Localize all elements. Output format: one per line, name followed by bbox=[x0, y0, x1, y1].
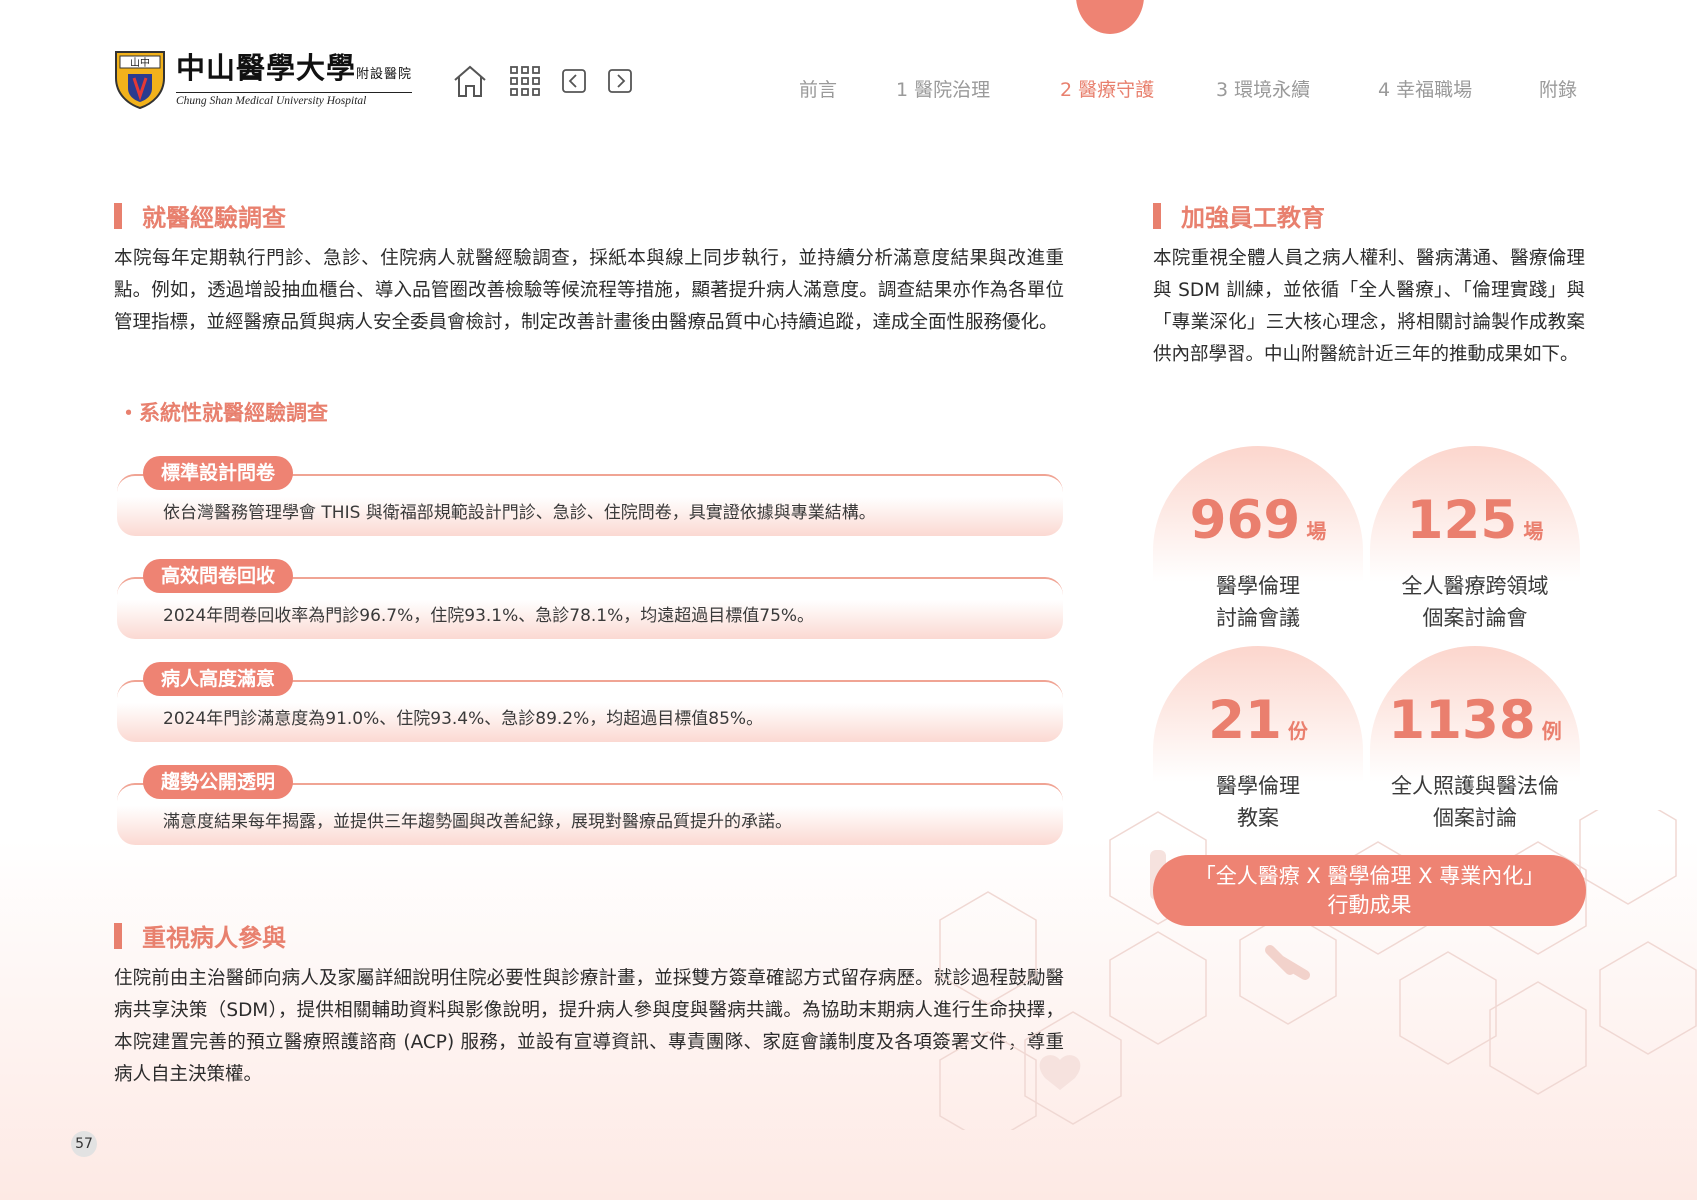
nav-item-governance[interactable]: 1 醫院治理 bbox=[896, 75, 990, 102]
survey-card-standard: 標準設計問卷 依台灣醫務管理學會 THIS 與衛福部規範設計門診、急診、住院問卷… bbox=[117, 456, 1063, 536]
nav-item-preface[interactable]: 前言 bbox=[799, 75, 837, 102]
staff-education-paragraph: 本院重視全體人員之病人權利、醫病溝通、醫療倫理與 SDM 訓練，並依循「全人醫療… bbox=[1153, 248, 1585, 365]
card-text: 2024年門診滿意度為91.0%、住院93.4%、急診89.2%，均超過目標值8… bbox=[163, 709, 764, 729]
card-text: 滿意度結果每年揭露，並提供三年趨勢圖與改善紀錄，展現對醫療品質提升的承諾。 bbox=[163, 812, 792, 832]
stat-care-law-cases: 1138 例 全人照護與醫法倫 個案討論 bbox=[1370, 646, 1580, 836]
nav-item-environment[interactable]: 3 環境永續 bbox=[1216, 75, 1310, 102]
page-number: 57 bbox=[71, 1131, 97, 1157]
experience-survey-paragraph: 本院每年定期執行門診、急診、住院病人就醫經驗調查，採紙本與線上同步執行，並持續分… bbox=[114, 248, 1064, 333]
stat-value: 969 場 bbox=[1189, 490, 1327, 551]
card-tag: 高效問卷回收 bbox=[143, 559, 294, 593]
nav-item-appendix[interactable]: 附錄 bbox=[1539, 75, 1577, 102]
nav-item-workplace[interactable]: 4 幸福職場 bbox=[1378, 75, 1472, 102]
svg-text:山中: 山中 bbox=[130, 56, 150, 69]
stat-value: 1138 例 bbox=[1388, 690, 1562, 751]
stat-label: 醫學倫理 討論會議 bbox=[1216, 574, 1300, 630]
card-tag: 趨勢公開透明 bbox=[143, 765, 294, 799]
stat-label: 全人照護與醫法倫 個案討論 bbox=[1391, 774, 1559, 830]
section-title-staff-education: 加強員工教育 bbox=[1153, 198, 1325, 233]
card-text: 依台灣醫務管理學會 THIS 與衛福部規範設計門診、急診、住院問卷，具實證依據與… bbox=[163, 503, 876, 523]
card-text: 2024年問卷回收率為門診96.7%，住院93.1%、急診78.1%，均遠超過目… bbox=[163, 606, 815, 626]
card-tag: 標準設計問卷 bbox=[143, 456, 294, 490]
top-decoration-dot bbox=[1076, 0, 1144, 34]
survey-card-satisfaction: 病人高度滿意 2024年門診滿意度為91.0%、住院93.4%、急診89.2%，… bbox=[117, 662, 1063, 742]
chapter-nav: 前言 1 醫院治理 2 醫療守護 3 環境永續 4 幸福職場 附錄 bbox=[0, 75, 1697, 102]
stat-ethics-meetings: 969 場 醫學倫理 討論會議 bbox=[1153, 446, 1363, 636]
stat-value: 125 場 bbox=[1406, 490, 1544, 551]
card-tag: 病人高度滿意 bbox=[143, 662, 294, 696]
nav-item-medical-care[interactable]: 2 醫療守護 bbox=[1060, 75, 1154, 102]
section-title-experience-survey: 就醫經驗調查 bbox=[114, 198, 286, 233]
stat-label: 醫學倫理 教案 bbox=[1216, 774, 1300, 830]
stat-holistic-case-meetings: 125 場 全人醫療跨領域 個案討論會 bbox=[1370, 446, 1580, 636]
pill-icon bbox=[1265, 945, 1310, 980]
stat-ethics-cases: 21 份 醫學倫理 教案 bbox=[1153, 646, 1363, 836]
systematic-survey-subheading: ・系統性就醫經驗調查 bbox=[118, 401, 328, 425]
action-results-banner: 「全人醫療 X 醫學倫理 X 專業內化」 行動成果 bbox=[1153, 855, 1586, 926]
section-title-patient-participation: 重視病人參與 bbox=[114, 918, 286, 953]
survey-card-response: 高效問卷回收 2024年問卷回收率為門診96.7%，住院93.1%、急診78.1… bbox=[117, 559, 1063, 639]
heart-icon bbox=[1039, 1055, 1081, 1090]
stat-label: 全人醫療跨領域 個案討論會 bbox=[1401, 574, 1549, 630]
stat-value: 21 份 bbox=[1208, 690, 1308, 751]
